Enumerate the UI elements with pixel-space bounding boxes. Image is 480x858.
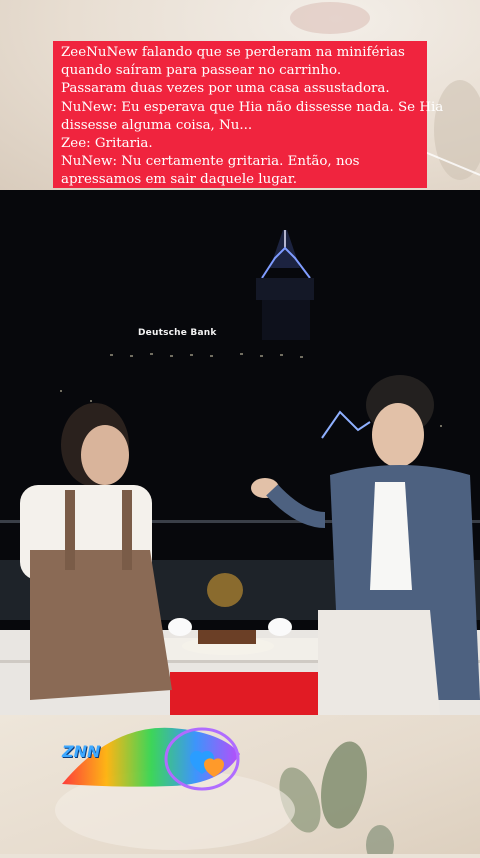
caption-line-1: ZeeNuNew falando que se perderam na mini… [61, 45, 405, 60]
caption-line-5: dissesse alguma coisa, Nu... [61, 117, 253, 133]
video-frame[interactable]: Deutsche Bank [0, 190, 480, 715]
caption-line-7: NuNew: Nu certamente gritaria. Então, no… [61, 154, 360, 170]
caption-line-8: apressamos em sair daquele lugar. [61, 172, 297, 188]
caption-line-3: Passaram duas vezes por uma casa assusta… [61, 81, 390, 97]
logo-text: ZNN [62, 742, 101, 761]
subtitle-caption-box: ZeeNuNew falando que se perderam na mini… [53, 41, 444, 188]
video-scene [0, 190, 480, 715]
building-sign: Deutsche Bank [138, 328, 217, 338]
caption-line-6: Zee: Gritaria. [61, 136, 153, 152]
caption-line-4: NuNew: Eu esperava que Hia não dissesse … [61, 99, 444, 115]
caption-line-2: quando saíram para passear no carrinho. [61, 63, 342, 79]
znn-logo: ZNN [52, 714, 246, 800]
